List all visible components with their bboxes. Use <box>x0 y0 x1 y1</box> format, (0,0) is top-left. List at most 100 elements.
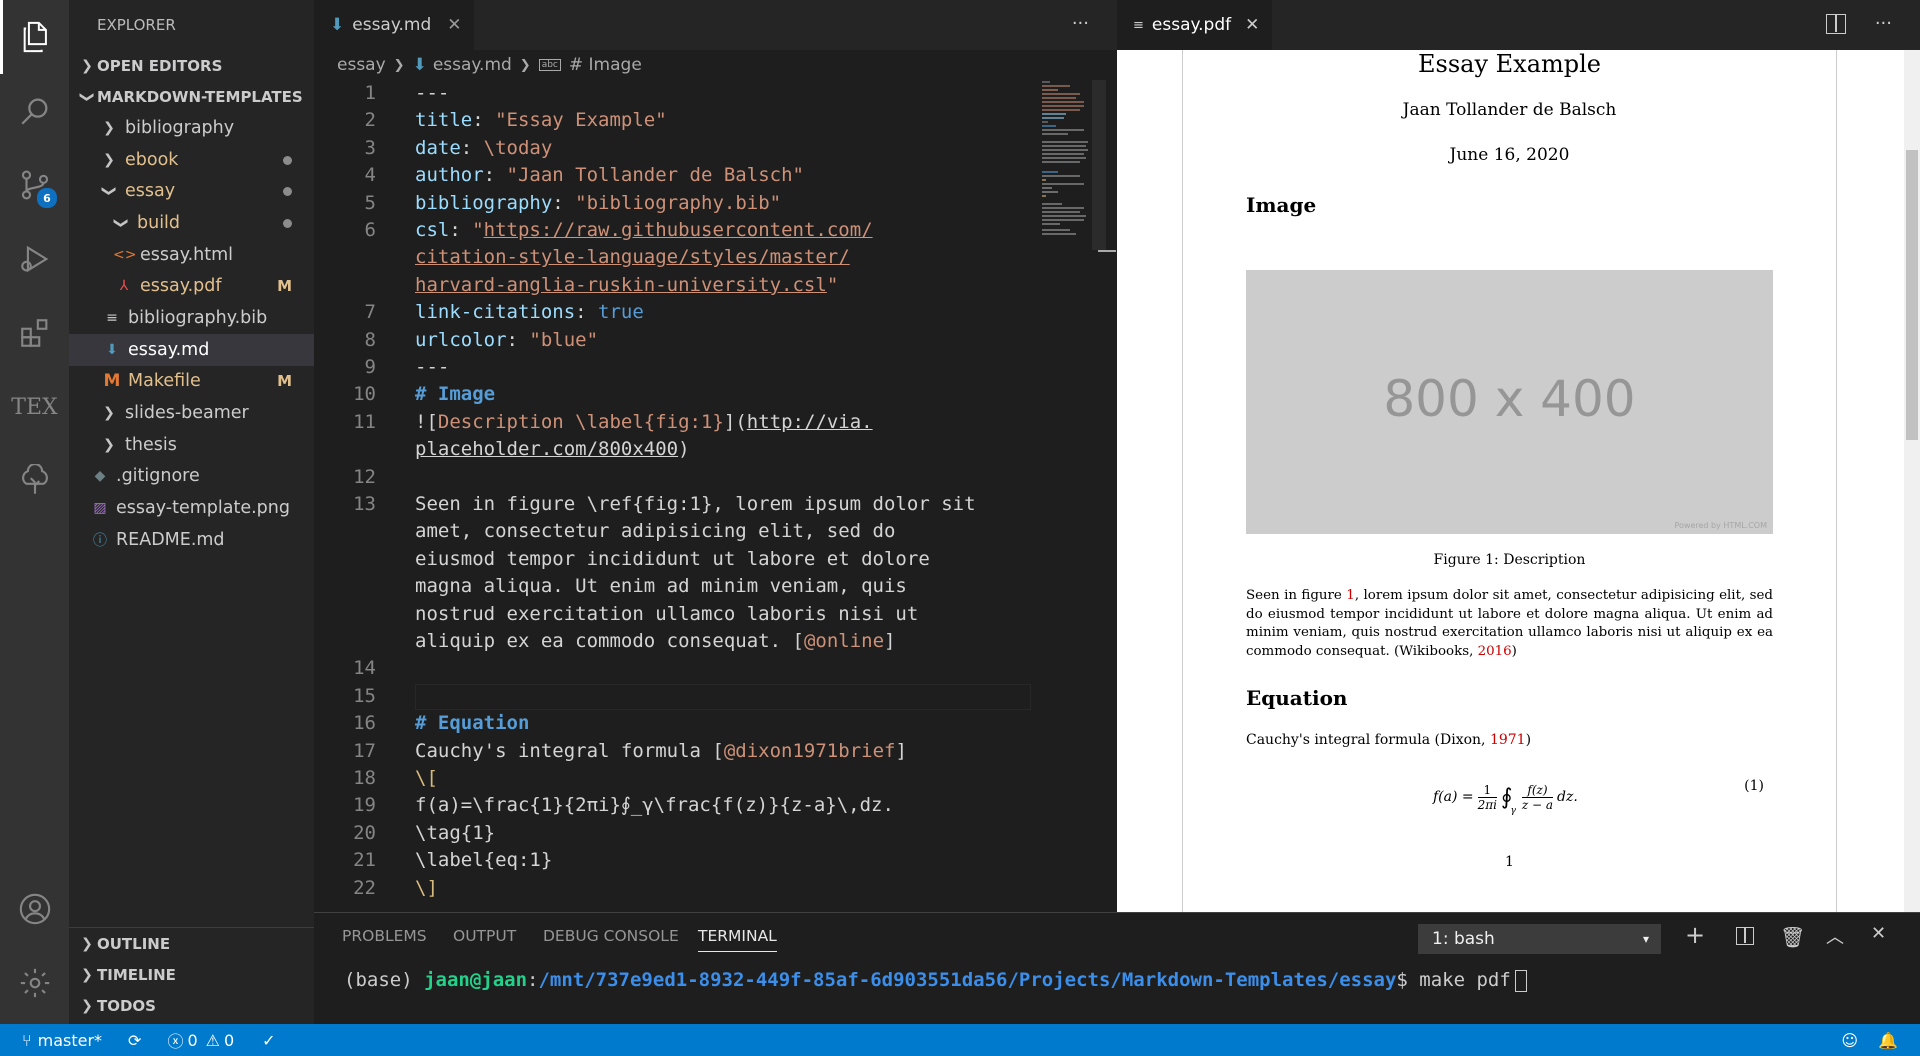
close-icon[interactable]: ✕ <box>447 15 461 35</box>
close-icon[interactable]: ✕ <box>1245 15 1259 35</box>
todos-section[interactable]: ❯ TODOS <box>69 990 314 1021</box>
line-number: 16 <box>353 712 376 735</box>
current-line-highlight <box>415 684 1031 710</box>
tree-file-essay-pdf[interactable]: ⅄ essay.pdf M <box>69 270 314 302</box>
chevron-down-icon: ❯ <box>79 90 95 103</box>
line-number: 18 <box>353 767 376 789</box>
bottom-panel: PROBLEMS OUTPUT DEBUG CONSOLE TERMINAL 1… <box>314 912 1920 1024</box>
trash-icon[interactable]: 🗑 <box>1780 925 1805 949</box>
tab-problems[interactable]: PROBLEMS <box>342 927 427 945</box>
chevron-down-icon: ▾ <box>1642 932 1649 946</box>
more-actions-icon[interactable]: ··· <box>1875 13 1892 34</box>
pdf-scrollbar[interactable] <box>1904 50 1920 912</box>
tree-label: thesis <box>125 434 177 455</box>
pdf-tab-bar: ≡ essay.pdf ✕ ··· <box>1117 0 1920 50</box>
check-icon[interactable]: ✓ <box>262 1031 275 1050</box>
terminal-select-value: 1: bash <box>1432 929 1495 949</box>
feedback-icon[interactable]: ☺ <box>1841 1031 1858 1050</box>
sync-icon[interactable]: ⟳ <box>128 1031 141 1050</box>
tab-output[interactable]: OUTPUT <box>453 927 516 945</box>
pdf-page: Essay Example Jaan Tollander de Balsch J… <box>1182 50 1837 912</box>
run-debug-icon[interactable] <box>0 222 69 296</box>
tree-label: slides-beamer <box>125 403 249 424</box>
tree-label: README.md <box>116 529 225 550</box>
line-number: 5 <box>364 191 376 214</box>
tree-file-bibliography-bib[interactable]: ≡ bibliography.bib <box>69 302 314 334</box>
open-editors-section[interactable]: ❯ OPEN EDITORS <box>69 50 314 81</box>
pdf-document-view[interactable]: Essay Example Jaan Tollander de Balsch J… <box>1117 50 1904 912</box>
modified-dot-icon <box>283 155 292 165</box>
tree-file-essay-md[interactable]: ⬇ essay.md <box>69 333 314 366</box>
tab-debug-console[interactable]: DEBUG CONSOLE <box>543 927 679 945</box>
tree-label: essay-template.png <box>116 498 290 519</box>
outline-section[interactable]: ❯ OUTLINE <box>69 928 314 959</box>
tree-label: essay <box>125 181 176 202</box>
terminal-output[interactable]: (base) jaan@jaan:/mnt/737e9ed1-8932-449f… <box>344 969 1527 992</box>
tree-file-essay-template-png[interactable]: ▨ essay-template.png <box>69 492 314 524</box>
more-actions-icon[interactable]: ··· <box>1072 13 1089 34</box>
breadcrumb-file[interactable]: essay.md <box>433 55 512 75</box>
tree-folder-ebook[interactable]: ❯ ebook <box>69 144 314 176</box>
tree-label: essay.pdf <box>140 276 222 297</box>
workspace-root-section[interactable]: ❯ MARKDOWN-TEMPLATES <box>69 81 314 112</box>
tree-file-readme[interactable]: ⓘ README.md <box>69 524 314 556</box>
markdown-file-icon: ⬇ <box>330 15 345 35</box>
tab-essay-md[interactable]: ⬇ essay.md ✕ <box>314 0 474 50</box>
line-number: 12 <box>353 465 376 488</box>
chevron-right-icon: ❯ <box>103 405 115 422</box>
line-number: 14 <box>353 657 376 680</box>
tree-folder-thesis[interactable]: ❯ thesis <box>69 429 314 461</box>
source-control-icon[interactable]: 6 <box>0 148 69 222</box>
explorer-icon[interactable] <box>0 0 69 74</box>
error-icon[interactable]: ⓧ <box>167 1028 183 1052</box>
timeline-section[interactable]: ❯ TIMELINE <box>69 959 314 990</box>
tree-file-makefile[interactable]: M Makefile M <box>69 366 314 398</box>
chevron-right-icon: ❯ <box>519 57 531 73</box>
chevron-right-icon: ❯ <box>103 151 115 168</box>
tab-terminal[interactable]: TERMINAL <box>698 927 777 952</box>
tree-folder-build[interactable]: ❯ build <box>69 207 314 239</box>
code-editor[interactable]: 1 2 3 4 5 6 7 8 9 10 11 12 13 14 15 16 17 18 19 20 21 22 --- … <box>314 80 1104 912</box>
tree-folder-bibliography[interactable]: ❯ bibliography <box>69 112 314 144</box>
tex-icon[interactable]: TEX <box>0 370 69 444</box>
breadcrumb-folder[interactable]: essay <box>337 55 386 75</box>
todos-label: TODOS <box>97 996 156 1015</box>
terminal-select[interactable]: 1: bash ▾ <box>1418 924 1661 954</box>
pdf-scrollbar-thumb[interactable] <box>1906 150 1918 440</box>
pdf-file-icon: ⅄ <box>119 278 129 295</box>
line-number: 8 <box>364 328 376 351</box>
maximize-panel-icon[interactable]: ︿ <box>1826 923 1844 949</box>
branch-name[interactable]: master* <box>38 1031 102 1050</box>
minimap[interactable] <box>1040 80 1100 250</box>
tab-essay-pdf[interactable]: ≡ essay.pdf ✕ <box>1117 0 1272 50</box>
tree-file-essay-html[interactable]: <> essay.html <box>69 239 314 271</box>
split-terminal-icon[interactable] <box>1736 927 1754 945</box>
chevron-right-icon: ❯ <box>81 966 93 983</box>
close-panel-icon[interactable]: ✕ <box>1871 923 1886 944</box>
powered-by-text: Powered by HTML.COM <box>1674 521 1768 530</box>
modified-badge: M <box>277 372 292 391</box>
extensions-icon[interactable] <box>0 296 69 370</box>
line-number: 11 <box>353 410 376 433</box>
tree-icon[interactable] <box>0 444 69 518</box>
split-editor-icon[interactable] <box>1826 14 1846 34</box>
account-icon[interactable] <box>0 872 69 946</box>
notifications-bell-icon[interactable]: 🔔 <box>1878 1031 1898 1050</box>
settings-gear-icon[interactable] <box>0 946 69 1020</box>
pdf-cauchy-line: Cauchy's integral formula (Dixon, 1971) <box>1246 732 1532 748</box>
warning-icon[interactable]: ⚠ <box>206 1031 220 1050</box>
tree-file-gitignore[interactable]: ◆ .gitignore <box>69 461 314 493</box>
modified-badge: M <box>277 277 292 296</box>
tree-folder-slides-beamer[interactable]: ❯ slides-beamer <box>69 397 314 429</box>
breadcrumb-symbol[interactable]: # Image <box>569 55 642 75</box>
tree-folder-essay[interactable]: ❯ essay <box>69 175 314 207</box>
open-editors-label: OPEN EDITORS <box>97 56 223 75</box>
chevron-right-icon: ❯ <box>81 57 93 74</box>
warning-count[interactable]: 0 <box>224 1031 234 1050</box>
search-icon[interactable] <box>0 74 69 148</box>
error-count[interactable]: 0 <box>187 1031 197 1050</box>
tree-label: Makefile <box>128 371 201 392</box>
editor-scrollbar[interactable] <box>1092 80 1106 250</box>
pdf-figure-caption: Figure 1: Description <box>1433 552 1586 568</box>
new-terminal-icon[interactable]: + <box>1685 921 1705 949</box>
